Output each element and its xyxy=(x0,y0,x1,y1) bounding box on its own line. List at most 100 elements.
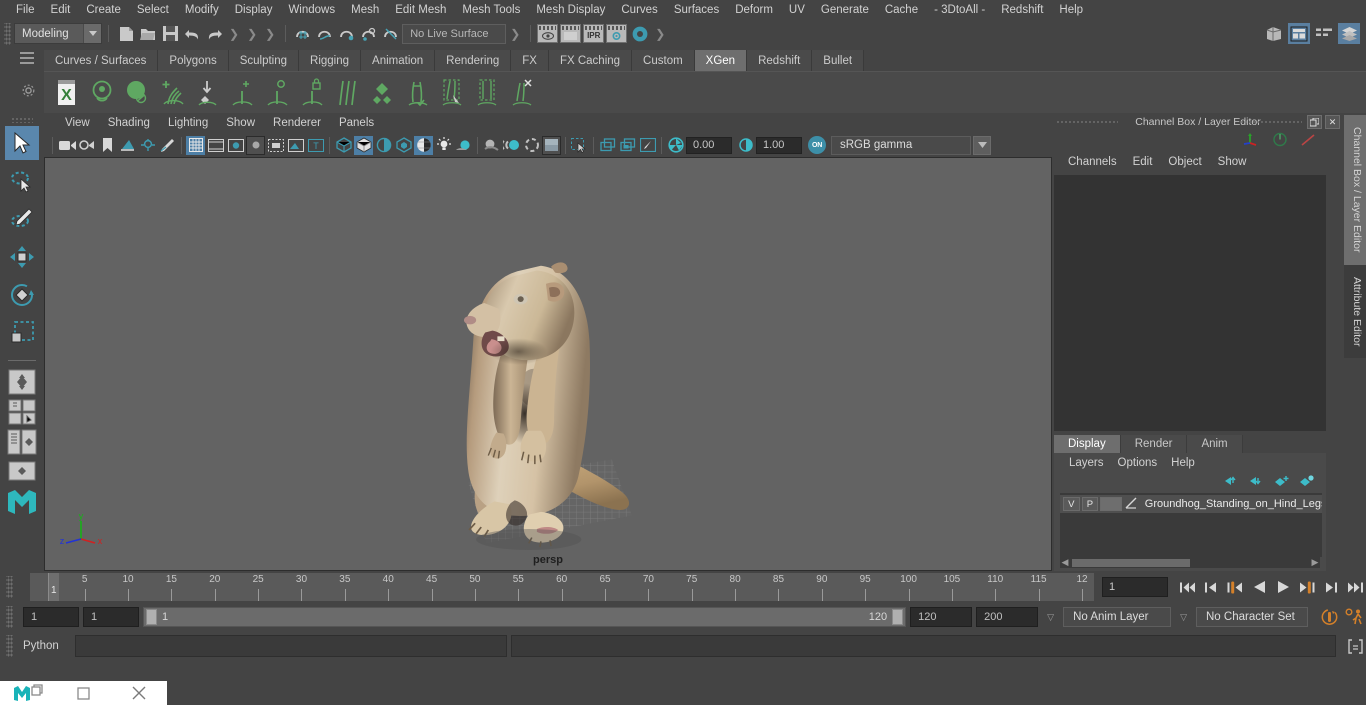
menu-item-mesh[interactable]: Mesh xyxy=(343,2,387,18)
playback-start-time-field[interactable]: 1 xyxy=(83,607,139,627)
menu-item-create[interactable]: Create xyxy=(78,2,129,18)
xgen-preview-icon[interactable] xyxy=(85,75,118,111)
menu-item-3dtoall[interactable]: - 3DtoAll - xyxy=(926,2,993,18)
snap-to-view-plane-icon[interactable] xyxy=(380,23,402,45)
channel-menu-show[interactable]: Show xyxy=(1210,155,1255,169)
animation-start-time-field[interactable]: 1 xyxy=(23,607,79,627)
shelf-tab-redshift[interactable]: Redshift xyxy=(747,50,813,71)
scale-tool[interactable] xyxy=(5,316,39,350)
new-scene-icon[interactable] xyxy=(115,23,137,45)
viewport-menu-show[interactable]: Show xyxy=(217,116,264,130)
menu-item-deform[interactable]: Deform xyxy=(727,2,781,18)
xray-active-components-icon[interactable] xyxy=(618,136,637,155)
anti-aliasing-icon[interactable] xyxy=(522,136,541,155)
panel-grip-right[interactable] xyxy=(1240,120,1302,124)
channel-menu-channels[interactable]: Channels xyxy=(1060,155,1125,169)
redo-icon[interactable] xyxy=(203,23,225,45)
viewport-menu-renderer[interactable]: Renderer xyxy=(264,116,330,130)
vertical-tab-channel-box[interactable]: Channel Box / Layer Editor xyxy=(1344,115,1366,265)
wireframe-shading-icon[interactable] xyxy=(334,136,353,155)
move-layer-down-icon[interactable] xyxy=(1249,475,1264,490)
step-forward-frame-button[interactable] xyxy=(1320,576,1342,598)
menu-item-edit-mesh[interactable]: Edit Mesh xyxy=(387,2,454,18)
scroll-thumb[interactable] xyxy=(1072,558,1190,567)
show-hide-tool-settings-icon[interactable] xyxy=(1313,23,1335,44)
xgen-place-guide-icon[interactable] xyxy=(190,75,223,111)
create-layer-from-selected-icon[interactable] xyxy=(1299,474,1314,490)
xgen-region-icon[interactable] xyxy=(470,75,503,111)
ambient-occlusion-icon[interactable] xyxy=(482,136,501,155)
exposure-icon[interactable] xyxy=(666,136,685,155)
channel-menu-edit[interactable]: Edit xyxy=(1125,155,1161,169)
panel-grip-left[interactable] xyxy=(1056,120,1118,124)
rotate-manipulator-icon[interactable] xyxy=(1272,132,1288,150)
range-slider[interactable]: 1 120 xyxy=(143,607,907,627)
smooth-shading-icon[interactable] xyxy=(354,135,373,155)
shaded-wireframe-icon[interactable] xyxy=(374,136,393,155)
step-back-frame-button[interactable] xyxy=(1200,576,1222,598)
menu-item-windows[interactable]: Windows xyxy=(280,2,343,18)
select-camera-icon[interactable] xyxy=(58,136,77,155)
animation-end-time-field[interactable]: 200 xyxy=(976,607,1039,627)
menu-item-curves[interactable]: Curves xyxy=(613,2,665,18)
shelf-tab-polygons[interactable]: Polygons xyxy=(158,50,229,71)
command-language-label[interactable]: Python xyxy=(19,640,71,652)
xgen-clump-icon[interactable] xyxy=(260,75,293,111)
auto-keyframe-toggle-icon[interactable] xyxy=(1318,606,1340,628)
expand-arrow-4[interactable]: ❯ xyxy=(510,27,520,41)
layer-name[interactable]: Groundhog_Standing_on_Hind_Legs xyxy=(1140,498,1322,510)
manipulator-axis-icon[interactable] xyxy=(1241,132,1260,150)
shelf-tab-fx-caching[interactable]: FX Caching xyxy=(548,50,633,71)
shelf-tab-rigging[interactable]: Rigging xyxy=(299,50,362,71)
xgen-sphere-icon[interactable] xyxy=(120,75,153,111)
depth-of-field-icon[interactable] xyxy=(542,135,561,155)
panel-close-icon[interactable]: ✕ xyxy=(1325,115,1340,129)
exposure-field[interactable]: 0.00 xyxy=(686,136,732,154)
shadows-icon[interactable] xyxy=(454,136,473,155)
anim-layer-chevron-down-icon[interactable]: ▽ xyxy=(1042,612,1059,623)
two-d-pan-zoom-icon[interactable] xyxy=(138,136,157,155)
create-empty-layer-icon[interactable] xyxy=(1274,475,1289,490)
shelf-tab-xgen[interactable]: XGen xyxy=(694,50,748,71)
expand-arrow-5[interactable]: ❯ xyxy=(655,27,665,41)
tab-render-layers[interactable]: Render xyxy=(1120,435,1188,453)
menu-item-mesh-tools[interactable]: Mesh Tools xyxy=(454,2,528,18)
viewport-menu-panels[interactable]: Panels xyxy=(330,116,383,130)
step-back-key-button[interactable] xyxy=(1224,576,1246,598)
use-all-lights-icon[interactable] xyxy=(434,136,453,155)
four-view-layout[interactable] xyxy=(5,399,39,425)
layer-visibility-toggle[interactable]: V xyxy=(1063,497,1080,511)
current-frame-field[interactable]: 1 xyxy=(1102,577,1168,597)
shelf-tab-fx[interactable]: FX xyxy=(511,50,549,71)
menu-set-selector[interactable]: Modeling xyxy=(14,23,102,44)
save-scene-icon[interactable] xyxy=(159,23,181,45)
shelf-options-gear-icon[interactable] xyxy=(22,84,35,100)
menu-item-cache[interactable]: Cache xyxy=(877,2,926,18)
ipr-render-icon[interactable]: IPR xyxy=(583,24,605,43)
anim-layer-selector[interactable]: No Anim Layer xyxy=(1063,607,1172,627)
redo-previous-render-icon[interactable] xyxy=(560,24,582,43)
shelf-tab-sculpting[interactable]: Sculpting xyxy=(228,50,300,71)
range-start-handle[interactable] xyxy=(146,609,157,625)
color-space-selector[interactable]: sRGB gamma xyxy=(831,135,971,155)
menu-item-help[interactable]: Help xyxy=(1051,2,1091,18)
viewport-menu-lighting[interactable]: Lighting xyxy=(159,116,217,130)
xgen-comb-icon[interactable] xyxy=(330,75,363,111)
resolution-gate-icon[interactable] xyxy=(226,136,245,155)
film-gate-icon[interactable] xyxy=(206,136,225,155)
maya-app-icon[interactable] xyxy=(0,681,56,705)
text-overlay-icon[interactable]: T xyxy=(306,136,325,155)
xgen-density-icon[interactable] xyxy=(365,75,398,111)
go-to-end-button[interactable] xyxy=(1344,576,1366,598)
menu-item-edit[interactable]: Edit xyxy=(43,2,79,18)
viewport-snapshot-icon[interactable] xyxy=(638,136,657,155)
snap-to-projected-center-icon[interactable] xyxy=(358,23,380,45)
layer-row[interactable]: V P Groundhog_Standing_on_Hind_Legs xyxy=(1060,495,1322,513)
textured-shading-icon[interactable] xyxy=(394,136,413,155)
camera-attributes-icon[interactable] xyxy=(78,136,97,155)
rotate-tool[interactable] xyxy=(5,278,39,312)
maya-logo-icon[interactable] xyxy=(5,489,39,515)
expand-arrow-2[interactable]: ❯ xyxy=(247,27,257,41)
channel-menu-object[interactable]: Object xyxy=(1160,155,1209,169)
lasso-select-tool[interactable] xyxy=(5,164,39,198)
